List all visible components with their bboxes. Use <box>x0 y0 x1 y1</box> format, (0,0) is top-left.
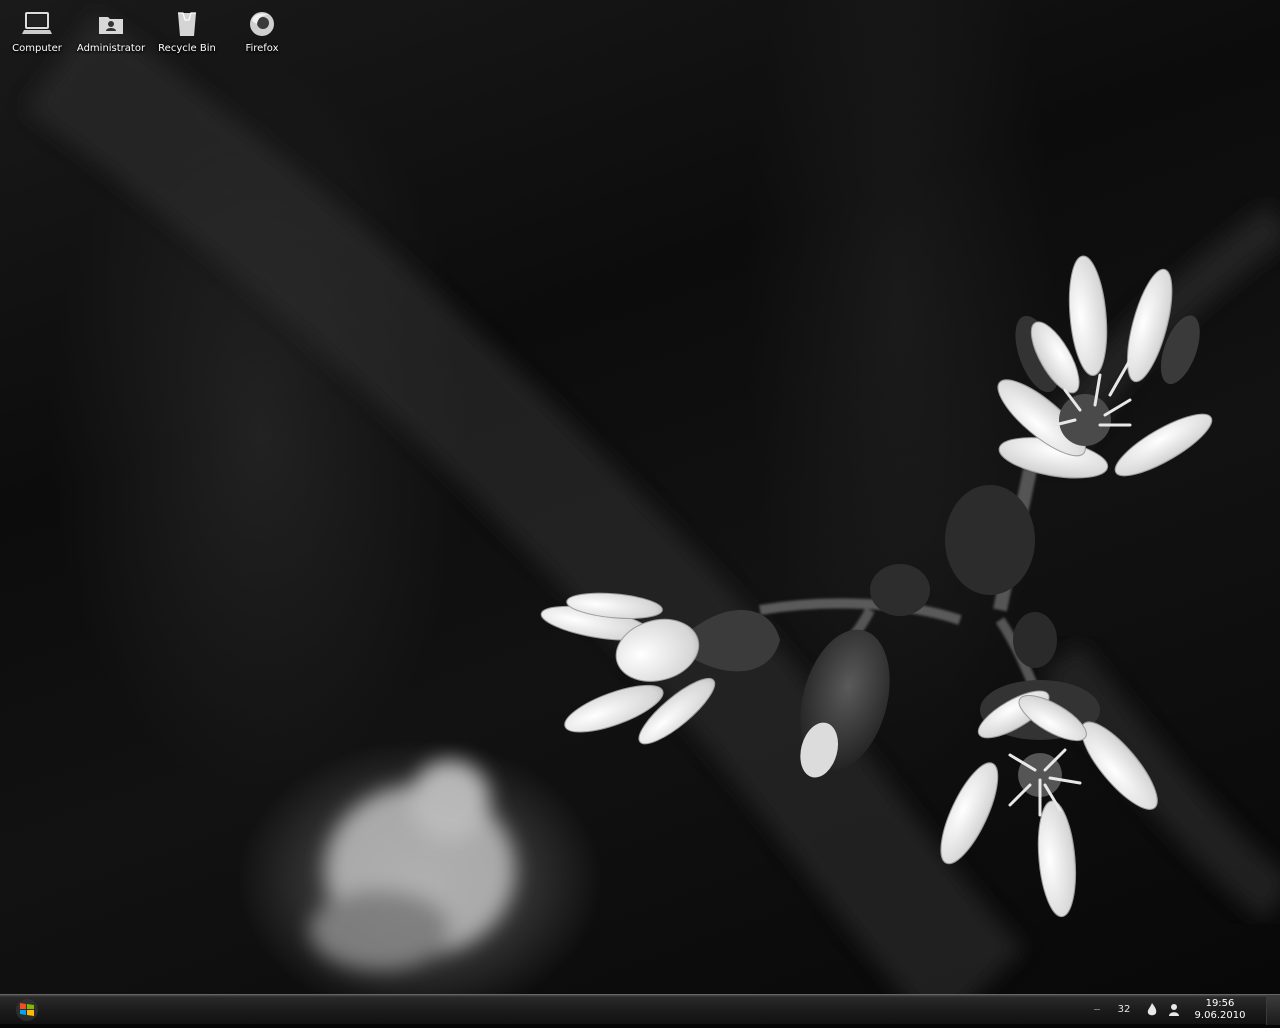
start-button[interactable] <box>10 997 44 1023</box>
desktop[interactable]: Computer Administrator Recycle Bin Firef… <box>0 0 1280 994</box>
tray-expand-button[interactable] <box>1090 995 1104 1025</box>
user-folder-icon <box>99 17 123 34</box>
flame-icon <box>1147 1003 1157 1016</box>
firefox-icon <box>250 12 274 36</box>
desktop-icon-label: Administrator <box>76 43 146 54</box>
clock[interactable]: 19:56 9.06.2010 <box>1190 998 1250 1022</box>
computer-icon <box>22 12 52 34</box>
desktop-icon-computer[interactable]: Computer <box>0 6 75 58</box>
desktop-icon-recycle-bin[interactable]: Recycle Bin <box>149 6 225 58</box>
taskbar: 32 19:56 9.06.2010 <box>0 994 1280 1025</box>
system-tray: 32 19:56 9.06.2010 <box>1090 995 1280 1025</box>
windows-logo-icon <box>16 999 38 1021</box>
clock-time: 19:56 <box>1205 998 1235 1009</box>
clock-date: 9.06.2010 <box>1194 1010 1246 1021</box>
recycle-bin-icon <box>178 12 196 36</box>
desktop-icon-label: Firefox <box>245 43 279 54</box>
tray-user-button[interactable] <box>1166 995 1182 1025</box>
tray-counter[interactable]: 32 <box>1114 995 1134 1025</box>
user-icon <box>1169 1004 1179 1016</box>
wallpaper-image <box>24 11 1280 994</box>
desktop-icon-administrator[interactable]: Administrator <box>73 6 149 58</box>
desktop-icon-firefox[interactable]: Firefox <box>224 6 300 58</box>
desktop-icon-label: Computer <box>12 43 62 54</box>
desktop-icon-label: Recycle Bin <box>158 43 216 54</box>
tray-flame-button[interactable] <box>1144 995 1160 1025</box>
show-desktop-button[interactable] <box>1266 995 1280 1025</box>
